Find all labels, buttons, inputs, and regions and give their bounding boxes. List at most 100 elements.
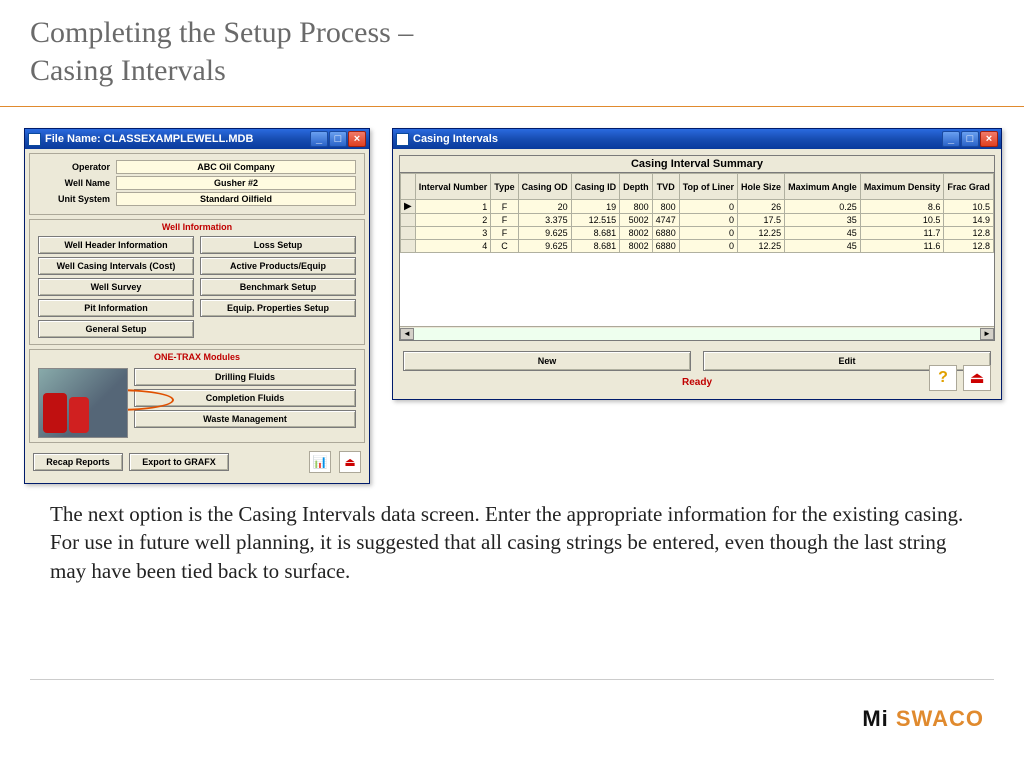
maximize-button[interactable]: □ (329, 131, 347, 147)
column-header[interactable]: Maximum Density (860, 174, 944, 200)
table-row[interactable]: 3F9.6258.68180026880012.254511.712.8 (401, 227, 994, 240)
table-cell[interactable]: 45 (785, 240, 861, 253)
table-cell[interactable]: 26 (738, 200, 785, 214)
equip-props-button[interactable]: Equip. Properties Setup (200, 299, 356, 317)
table-cell[interactable]: 4 (415, 240, 491, 253)
completion-fluids-button[interactable]: Completion Fluids (134, 389, 356, 407)
table-cell[interactable]: 0 (679, 240, 737, 253)
table-cell[interactable]: 8.6 (860, 200, 944, 214)
table-cell[interactable]: 2 (415, 214, 491, 227)
table-cell[interactable]: 6880 (652, 240, 679, 253)
table-cell[interactable]: 8002 (620, 227, 653, 240)
table-cell[interactable]: 10.5 (944, 200, 994, 214)
table-cell[interactable]: 8.681 (571, 240, 620, 253)
table-cell[interactable]: 11.6 (860, 240, 944, 253)
row-selector[interactable] (401, 240, 416, 253)
benchmark-button[interactable]: Benchmark Setup (200, 278, 356, 296)
table-row[interactable]: 4C9.6258.68180026880012.254511.612.8 (401, 240, 994, 253)
help-icon[interactable]: ? (929, 365, 957, 391)
column-header[interactable]: Maximum Angle (785, 174, 861, 200)
table-cell[interactable]: 5002 (620, 214, 653, 227)
table-cell[interactable]: 3.375 (518, 214, 571, 227)
table-row[interactable]: ▶1F20198008000260.258.610.5 (401, 200, 994, 214)
table-cell[interactable]: F (491, 214, 518, 227)
logo-mi: Mi (862, 706, 888, 731)
table-cell[interactable]: 19 (571, 200, 620, 214)
row-selector[interactable] (401, 214, 416, 227)
table-cell[interactable]: C (491, 240, 518, 253)
divider-bottom (30, 679, 994, 680)
minimize-button[interactable]: _ (942, 131, 960, 147)
window-casing-intervals: Casing Intervals _ □ × Casing Interval S… (392, 128, 1002, 400)
table-cell[interactable]: 0 (679, 214, 737, 227)
table-cell[interactable]: 12.25 (738, 227, 785, 240)
active-products-button[interactable]: Active Products/Equip (200, 257, 356, 275)
well-header-button[interactable]: Well Header Information (38, 236, 194, 254)
scroll-right-icon[interactable]: ► (980, 328, 994, 340)
column-header[interactable]: Interval Number (415, 174, 491, 200)
table-row[interactable]: 2F3.37512.51550024747017.53510.514.9 (401, 214, 994, 227)
table-cell[interactable]: 3 (415, 227, 491, 240)
table-cell[interactable]: 800 (620, 200, 653, 214)
column-header[interactable]: Top of Liner (679, 174, 737, 200)
waste-mgmt-button[interactable]: Waste Management (134, 410, 356, 428)
drilling-fluids-button[interactable]: Drilling Fluids (134, 368, 356, 386)
table-cell[interactable]: 12.8 (944, 227, 994, 240)
column-header[interactable]: Depth (620, 174, 653, 200)
pit-info-button[interactable]: Pit Information (38, 299, 194, 317)
column-header[interactable]: TVD (652, 174, 679, 200)
scroll-left-icon[interactable]: ◄ (400, 328, 414, 340)
app-icon (396, 133, 409, 146)
close-button[interactable]: × (980, 131, 998, 147)
table-cell[interactable]: 1 (415, 200, 491, 214)
casing-table[interactable]: Interval NumberTypeCasing ODCasing IDDep… (400, 173, 994, 253)
row-selector[interactable]: ▶ (401, 200, 416, 214)
column-header[interactable]: Frac Grad (944, 174, 994, 200)
table-cell[interactable]: 35 (785, 214, 861, 227)
general-setup-button[interactable]: General Setup (38, 320, 194, 338)
table-cell[interactable]: 45 (785, 227, 861, 240)
recap-reports-button[interactable]: Recap Reports (33, 453, 123, 471)
loss-setup-button[interactable]: Loss Setup (200, 236, 356, 254)
column-header[interactable]: Casing OD (518, 174, 571, 200)
new-button[interactable]: New (403, 351, 691, 371)
bottom-row: Recap Reports Export to GRAFX 📊 ⏏ (25, 447, 369, 477)
column-header[interactable]: Casing ID (571, 174, 620, 200)
titlebar-right[interactable]: Casing Intervals _ □ × (393, 129, 1001, 149)
chart-icon[interactable]: 📊 (309, 451, 331, 473)
table-cell[interactable]: 6880 (652, 227, 679, 240)
table-cell[interactable]: 17.5 (738, 214, 785, 227)
table-cell[interactable]: 9.625 (518, 227, 571, 240)
table-cell[interactable]: 12.25 (738, 240, 785, 253)
table-cell[interactable]: 10.5 (860, 214, 944, 227)
well-survey-button[interactable]: Well Survey (38, 278, 194, 296)
horizontal-scrollbar[interactable]: ◄ ► (400, 326, 994, 340)
table-cell[interactable]: 12.8 (944, 240, 994, 253)
table-cell[interactable]: 12.515 (571, 214, 620, 227)
table-cell[interactable]: 9.625 (518, 240, 571, 253)
table-cell[interactable]: 8002 (620, 240, 653, 253)
exit-icon[interactable]: ⏏ (339, 451, 361, 473)
column-header[interactable]: Type (491, 174, 518, 200)
table-cell[interactable]: 11.7 (860, 227, 944, 240)
table-cell[interactable]: 0 (679, 227, 737, 240)
row-selector[interactable] (401, 227, 416, 240)
table-cell[interactable]: F (491, 200, 518, 214)
table-cell[interactable]: 800 (652, 200, 679, 214)
table-cell[interactable]: 14.9 (944, 214, 994, 227)
casing-intervals-button[interactable]: Well Casing Intervals (Cost) (38, 257, 194, 275)
table-cell[interactable]: 8.681 (571, 227, 620, 240)
close-button[interactable]: × (348, 131, 366, 147)
maximize-button[interactable]: □ (961, 131, 979, 147)
column-header[interactable]: Hole Size (738, 174, 785, 200)
titlebar-left[interactable]: File Name: CLASSEXAMPLEWELL.MDB _ □ × (25, 129, 369, 149)
minimize-button[interactable]: _ (310, 131, 328, 147)
table-cell[interactable]: 4747 (652, 214, 679, 227)
export-grafx-button[interactable]: Export to GRAFX (129, 453, 229, 471)
exit-icon[interactable]: ⏏ (963, 365, 991, 391)
scroll-track[interactable] (414, 328, 980, 340)
table-cell[interactable]: F (491, 227, 518, 240)
table-cell[interactable]: 0 (679, 200, 737, 214)
table-cell[interactable]: 0.25 (785, 200, 861, 214)
table-cell[interactable]: 20 (518, 200, 571, 214)
